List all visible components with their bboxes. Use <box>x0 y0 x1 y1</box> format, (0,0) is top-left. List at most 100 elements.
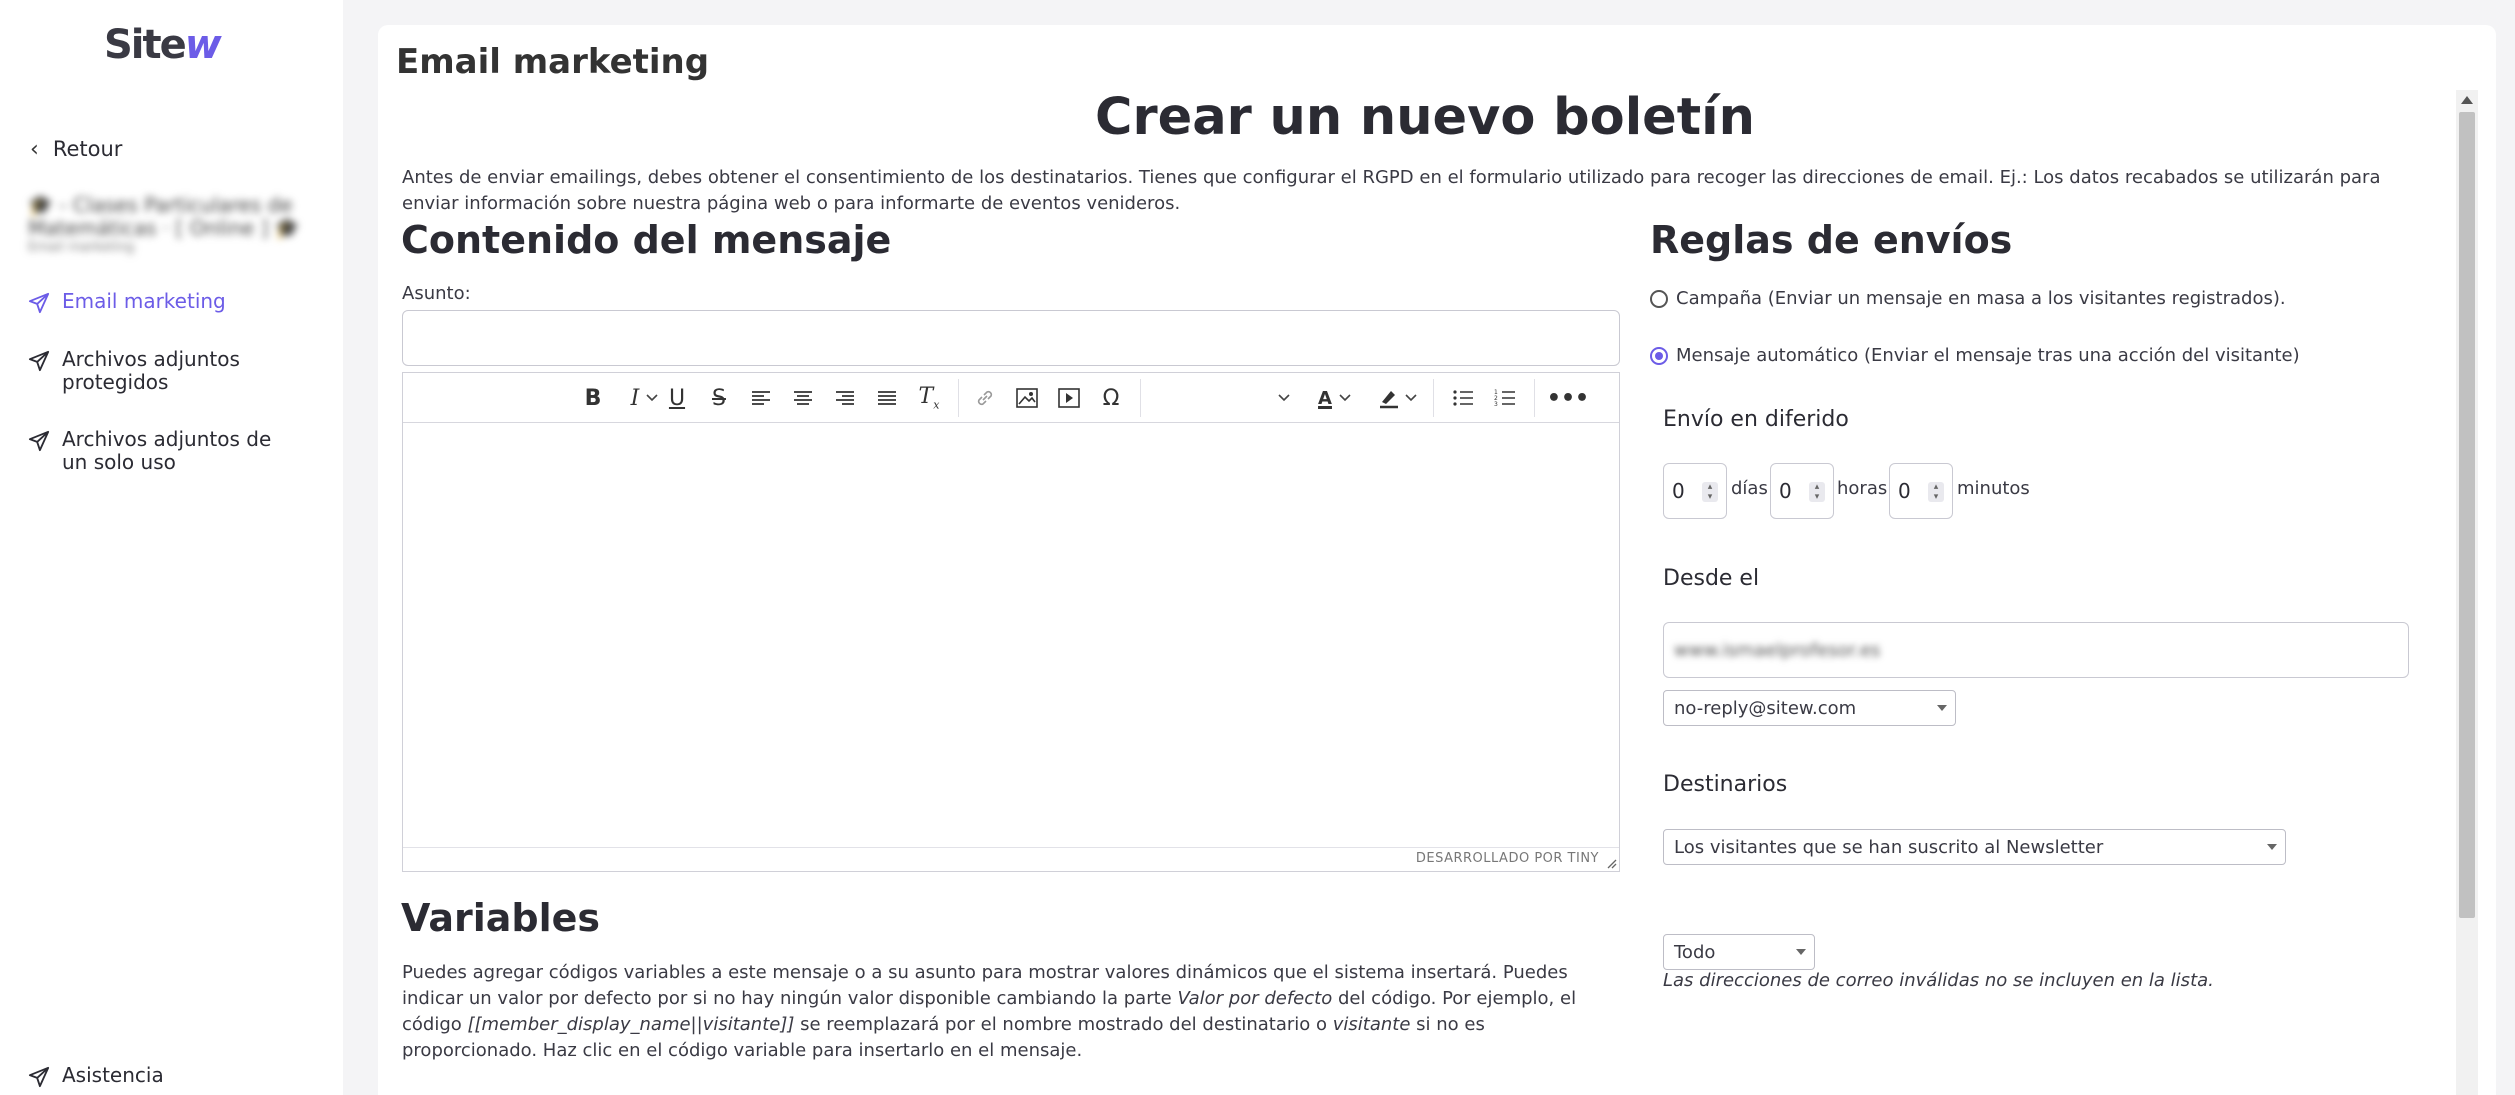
subject-input[interactable] <box>402 310 1620 366</box>
paper-plane-icon <box>28 430 50 452</box>
editor-content-area[interactable] <box>403 423 1619 848</box>
image-button[interactable] <box>1007 373 1047 423</box>
recipients-filter-select[interactable]: Todo <box>1663 934 1815 970</box>
link-icon <box>977 390 993 406</box>
automatic-message-radio-label: Mensaje automático (Enviar el mensaje tr… <box>1676 345 2300 366</box>
underline-button[interactable]: U <box>657 373 697 423</box>
toolbar-separator <box>1534 379 1535 417</box>
text-color-icon: A <box>1318 387 1332 409</box>
hours-label: horas <box>1837 478 1888 499</box>
from-name-field[interactable]: www.ismaelprofesor.es <box>1663 622 2409 678</box>
toolbar-separator <box>958 379 959 417</box>
text-color-button[interactable]: A <box>1309 373 1361 423</box>
automatic-message-radio[interactable] <box>1650 346 1668 365</box>
sending-rules-heading: Reglas de envíos <box>1650 218 2013 262</box>
justify-button[interactable] <box>867 373 907 423</box>
image-icon <box>1016 388 1038 408</box>
align-right-button[interactable] <box>825 373 865 423</box>
sidebar-item-label: Archivos adjuntos de un solo uso <box>62 427 272 474</box>
strikethrough-icon: S <box>712 385 726 411</box>
numbered-list-button[interactable]: 123 <box>1485 373 1525 423</box>
link-button[interactable] <box>965 373 1005 423</box>
font-size-dropdown[interactable] <box>1145 373 1295 423</box>
days-label: días <box>1731 478 1768 499</box>
ellipsis-icon: ••• <box>1546 385 1590 411</box>
bold-icon: B <box>584 385 602 411</box>
days-stepper[interactable]: 0 ▴ ▾ <box>1663 463 1727 519</box>
sidebar-item-label: Asistencia <box>62 1063 164 1087</box>
chevron-down-icon <box>1339 394 1351 402</box>
bullet-list-button[interactable] <box>1443 373 1483 423</box>
svg-text:3: 3 <box>1494 401 1498 407</box>
rich-text-editor: B I U S Tx Ω A 1 2 3 ••• DESARROLLADO PO… <box>402 372 1620 872</box>
site-name-sub: Email marketing <box>28 240 135 255</box>
delayed-send-heading: Envío en diferido <box>1663 407 1849 432</box>
page-section-title: Email marketing <box>396 42 710 82</box>
recipients-select[interactable]: Los visitantes que se han suscrito al Ne… <box>1663 829 2286 865</box>
bullet-list-icon <box>1453 390 1473 406</box>
minutes-stepper[interactable]: 0 ▴ ▾ <box>1889 463 1953 519</box>
align-left-icon <box>752 391 770 405</box>
site-name: 🎓 - Clases Particulares de Matemáticas ·… <box>28 194 308 256</box>
automatic-message-radio-option[interactable]: Mensaje automático (Enviar el mensaje tr… <box>1650 345 2300 366</box>
from-name-value: www.ismaelprofesor.es <box>1674 639 1881 661</box>
stepper-arrows-icon[interactable]: ▴ ▾ <box>1702 482 1718 502</box>
highlighter-icon <box>1380 391 1398 409</box>
align-right-icon <box>836 391 854 405</box>
powered-by-tiny[interactable]: DESARROLLADO POR TINY <box>1416 851 1599 866</box>
editor-toolbar: B I U S Tx Ω A 1 2 3 ••• <box>403 373 1619 423</box>
toolbar-separator <box>1140 379 1141 417</box>
resize-handle-icon[interactable] <box>1605 857 1617 869</box>
scrollbar-thumb[interactable] <box>2459 112 2475 918</box>
sidebar-item-label: Email marketing <box>62 289 226 313</box>
justify-icon <box>878 391 896 405</box>
sidebar-item-protected-attachments[interactable]: Archivos adjuntos protegidos <box>28 348 278 394</box>
variables-description: Puedes agregar códigos variables a este … <box>402 960 1612 1064</box>
paper-plane-icon <box>28 1066 50 1088</box>
site-name-text: 🎓 - Clases Particulares de Matemáticas ·… <box>28 193 300 240</box>
sender-email-select[interactable]: no-reply@sitew.com <box>1663 690 1956 726</box>
dropdown-caret-icon <box>2267 844 2277 850</box>
strikethrough-button[interactable]: S <box>699 373 739 423</box>
media-button[interactable] <box>1049 373 1089 423</box>
minutes-value: 0 <box>1898 479 1911 503</box>
sidebar-item-single-use-attachments[interactable]: Archivos adjuntos de un solo uso <box>28 428 288 474</box>
bold-button[interactable]: B <box>573 373 613 423</box>
subject-label: Asunto: <box>402 283 471 304</box>
omega-icon: Ω <box>1102 385 1120 411</box>
variables-fallback-word: visitante <box>1332 1014 1411 1035</box>
align-center-icon <box>794 391 812 405</box>
more-button[interactable]: ••• <box>1543 373 1593 423</box>
italic-icon: I <box>630 385 640 411</box>
hours-value: 0 <box>1779 479 1792 503</box>
page-title: Crear un nuevo boletín <box>1095 88 1755 147</box>
campaign-radio-option[interactable]: Campaña (Enviar un mensaje en masa a los… <box>1650 288 2286 309</box>
gdpr-notice: Antes de enviar emailings, debes obtener… <box>402 167 2381 214</box>
paper-plane-icon <box>28 350 50 372</box>
dropdown-caret-icon <box>1937 705 1947 711</box>
sidebar-item-help[interactable]: Asistencia <box>28 1064 164 1088</box>
minutes-label: minutos <box>1957 478 2030 499</box>
variables-default-value: Valor por defecto <box>1177 988 1333 1009</box>
chevron-left-icon: ‹ <box>30 136 39 162</box>
campaign-radio-label: Campaña (Enviar un mensaje en masa a los… <box>1676 288 2286 309</box>
from-heading: Desde el <box>1663 566 1760 591</box>
dropdown-caret-icon <box>1796 949 1806 955</box>
highlight-color-button[interactable] <box>1371 373 1425 423</box>
sitew-logo[interactable]: Sitew <box>104 22 222 68</box>
align-left-button[interactable] <box>741 373 781 423</box>
hours-stepper[interactable]: 0 ▴ ▾ <box>1770 463 1834 519</box>
chevron-down-icon <box>1278 394 1290 402</box>
editor-statusbar: DESARROLLADO POR TINY <box>403 847 1619 871</box>
stepper-arrows-icon[interactable]: ▴ ▾ <box>1928 482 1944 502</box>
variables-heading: Variables <box>401 896 600 940</box>
stepper-arrows-icon[interactable]: ▴ ▾ <box>1809 482 1825 502</box>
scroll-up-arrow-icon[interactable] <box>2461 96 2473 104</box>
sidebar-item-email-marketing[interactable]: Email marketing <box>28 290 226 314</box>
campaign-radio[interactable] <box>1650 289 1668 308</box>
italic-button[interactable]: I <box>615 373 655 423</box>
clear-formatting-button[interactable]: Tx <box>909 373 949 423</box>
special-character-button[interactable]: Ω <box>1091 373 1131 423</box>
back-link[interactable]: ‹ Retour <box>30 132 122 166</box>
align-center-button[interactable] <box>783 373 823 423</box>
